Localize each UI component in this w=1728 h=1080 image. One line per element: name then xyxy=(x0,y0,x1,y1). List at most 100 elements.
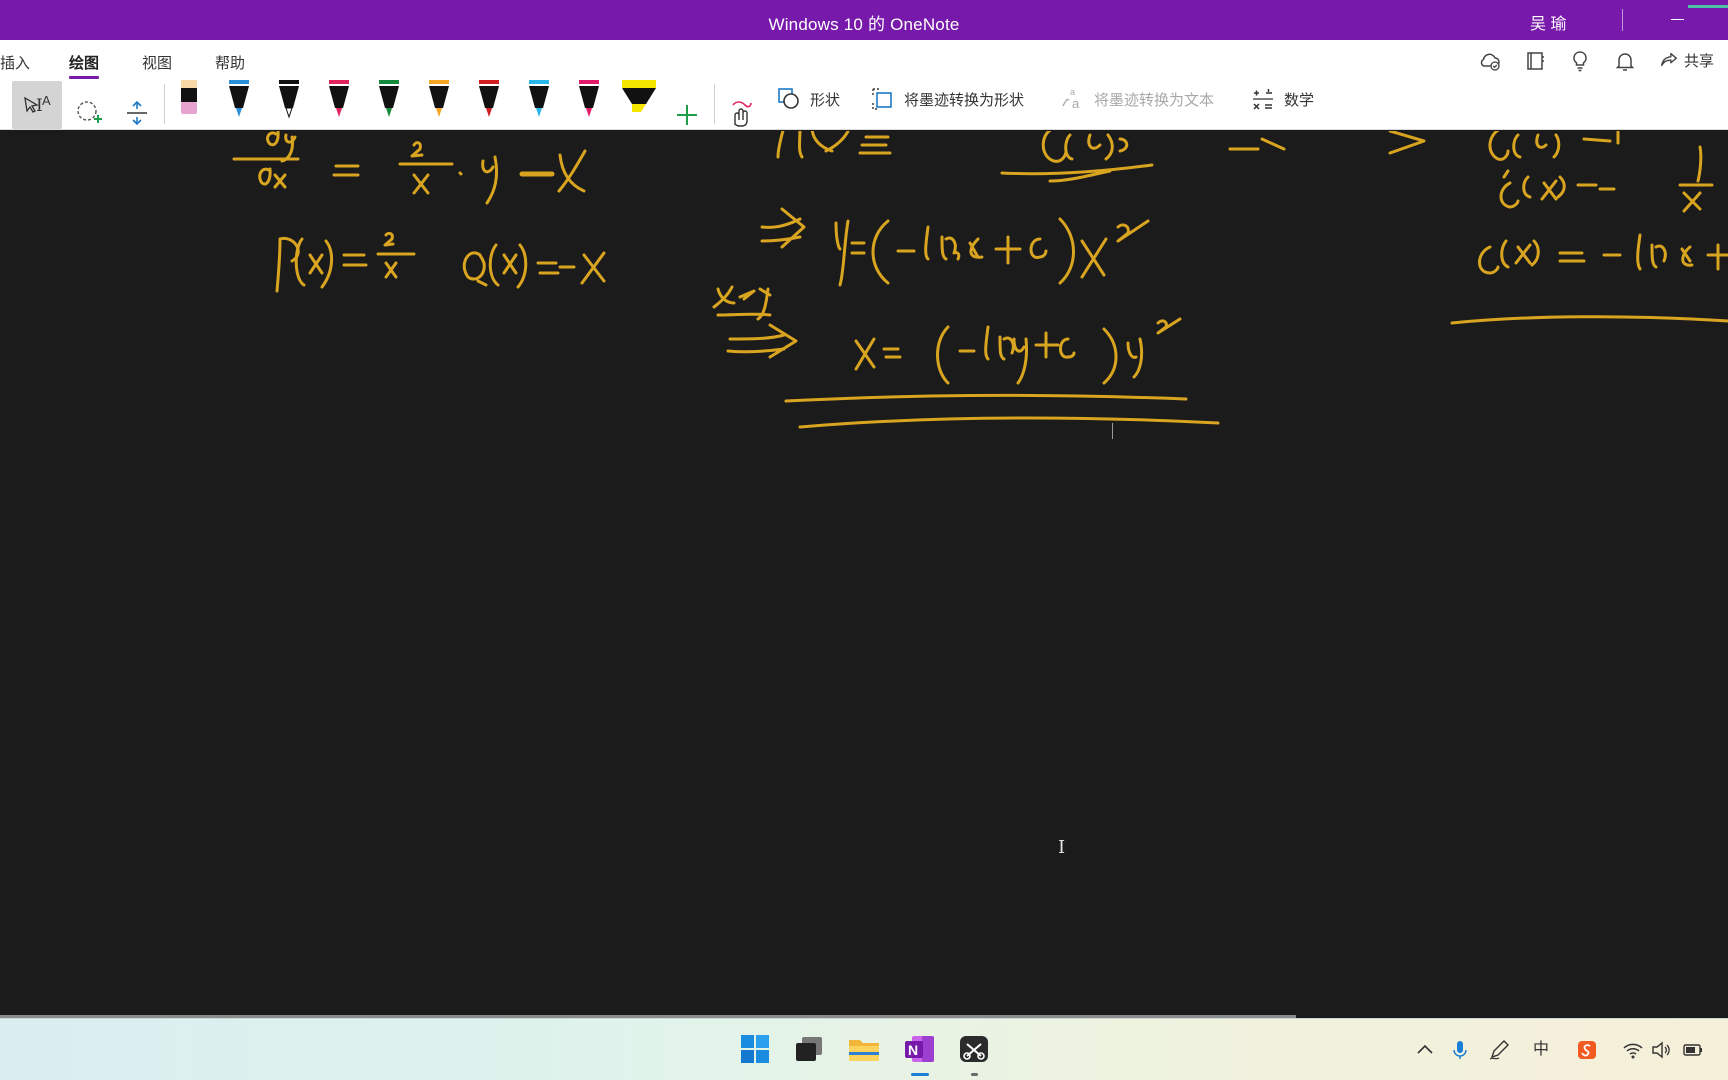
highlighter-yellow-pen[interactable] xyxy=(620,78,658,122)
tab-insert-label: 插入 xyxy=(0,55,31,72)
highlighter-yellow-cap xyxy=(622,80,656,88)
pen-green-tip xyxy=(386,108,392,117)
ink-implies-2 xyxy=(726,323,798,359)
text-select-icon: I A xyxy=(24,93,51,116)
pen-green[interactable] xyxy=(374,78,404,122)
ink-c-1 xyxy=(1029,237,1048,259)
shapes-button[interactable]: 形状 xyxy=(776,84,840,114)
ink-to-shape-icon xyxy=(872,88,892,110)
chevron-up-icon[interactable] xyxy=(1414,1039,1436,1061)
ink-to-shape-button[interactable]: 将墨迹转换为形状 xyxy=(870,84,1024,114)
ink-plus-1 xyxy=(994,235,1022,265)
tab-help[interactable]: 帮助 xyxy=(215,52,245,73)
ink-paren-x-2 xyxy=(488,243,528,289)
ink-x-6 xyxy=(1682,191,1702,213)
ink-strokes[interactable] xyxy=(0,131,1728,1018)
ink-underline-2 xyxy=(798,416,1220,429)
toolbar-separator-2 xyxy=(714,84,715,124)
battery-icon[interactable] xyxy=(1682,1039,1704,1061)
page-canvas[interactable]: I xyxy=(0,131,1728,1018)
ink-paren-open-2 xyxy=(936,325,950,385)
pen-black[interactable] xyxy=(274,78,304,122)
ink-neg-lnx-2 xyxy=(1558,233,1728,271)
ink-equations[interactable] xyxy=(232,131,1728,429)
ink-underline-3 xyxy=(1450,315,1728,325)
ink-to-text-icon: a a xyxy=(1062,87,1080,111)
ink-chinese-top xyxy=(776,131,892,159)
share-button[interactable]: 共享 xyxy=(1658,48,1714,72)
ink-numerator-2 xyxy=(410,141,424,158)
ink-implies-1 xyxy=(760,207,806,249)
minimize-button[interactable] xyxy=(1671,19,1684,20)
highlighter-pink-pen[interactable] xyxy=(174,78,204,122)
ink-paren-close-1 xyxy=(1058,217,1075,285)
lasso-select-icon[interactable] xyxy=(74,89,104,137)
onenote-window: Windows 10 的 OneNote 吴 瑜 插入 绘图 视图 帮助 共享 … xyxy=(0,0,1728,1080)
onenote-icon[interactable]: N xyxy=(902,1032,936,1066)
highlighter-yellow-tip xyxy=(632,104,646,112)
pen-orange-tip xyxy=(436,108,442,117)
ink-to-text-button[interactable]: a a 将墨迹转换为文本 xyxy=(1060,84,1214,114)
user-name[interactable]: 吴 瑜 xyxy=(1530,10,1566,34)
ink-equals-top xyxy=(1228,137,1286,151)
ink-paren-open-1 xyxy=(871,219,890,285)
ime-indicator[interactable]: 中 xyxy=(1530,1039,1552,1061)
share-icon xyxy=(1660,52,1678,67)
pen-blue[interactable] xyxy=(224,78,254,122)
notebook-icon[interactable] xyxy=(1523,49,1547,73)
ink-Q xyxy=(462,251,488,287)
ink-y-2 xyxy=(834,219,850,287)
task-view-icon[interactable] xyxy=(792,1032,826,1066)
ink-equals-minus xyxy=(536,261,576,275)
lightbulb-icon[interactable] xyxy=(1568,49,1592,73)
active-tab-underline xyxy=(69,76,100,79)
ink-plus-2 xyxy=(1034,331,1060,359)
microphone-icon[interactable] xyxy=(1449,1039,1471,1061)
title-separator xyxy=(1622,9,1623,31)
ink-neg-lny xyxy=(958,325,1028,385)
ink-x-3 xyxy=(580,251,606,285)
pen-workspace-icon[interactable] xyxy=(1488,1039,1510,1061)
snipping-tool-icon[interactable] xyxy=(957,1032,991,1066)
pen-orange[interactable] xyxy=(424,78,454,122)
tab-help-label: 帮助 xyxy=(215,55,246,72)
ink-y-3 xyxy=(1126,337,1144,379)
tab-draw[interactable]: 绘图 xyxy=(69,52,100,79)
pen-red-cap xyxy=(329,80,349,84)
onenote-active-indicator xyxy=(911,1073,929,1076)
ink-underline-top xyxy=(1000,163,1154,183)
pen-cyan-cap xyxy=(529,80,549,84)
snipping-tool-indicator xyxy=(971,1073,978,1076)
tab-draw-label: 绘图 xyxy=(69,55,100,72)
pen-magenta[interactable] xyxy=(574,78,604,122)
add-space-icon[interactable] xyxy=(122,89,152,137)
shapes-icon xyxy=(778,88,799,109)
math-button[interactable]: 数学 xyxy=(1250,84,1314,114)
sync-status-icon[interactable] xyxy=(1478,49,1502,73)
pen-cyan[interactable] xyxy=(524,78,554,122)
ink-c-2 xyxy=(1059,337,1076,359)
pen-magenta-cap xyxy=(579,80,599,84)
volume-icon[interactable] xyxy=(1650,1039,1672,1061)
tab-view-label: 视图 xyxy=(142,55,173,72)
pen-darkred-cap xyxy=(479,80,499,84)
start-icon[interactable] xyxy=(738,1032,772,1066)
ink-equals-1 xyxy=(332,164,360,177)
highlighter-pink-tip xyxy=(181,102,197,114)
svg-text:A: A xyxy=(42,93,51,108)
lasso-select-text-tool[interactable]: I A xyxy=(12,81,62,129)
tab-insert[interactable]: 插入 xyxy=(0,52,30,73)
pen-magenta-tip xyxy=(586,108,592,117)
wifi-icon[interactable] xyxy=(1622,1039,1644,1061)
ink-y xyxy=(481,155,499,205)
ink-equals-4 xyxy=(882,347,902,359)
pen-cyan-tip xyxy=(536,108,542,117)
pen-green-cap xyxy=(379,80,399,84)
pen-red[interactable] xyxy=(324,78,354,122)
bell-icon[interactable] xyxy=(1613,49,1637,73)
pen-darkred[interactable] xyxy=(474,78,504,122)
ink-to-shape-label: 将墨迹转换为形状 xyxy=(904,91,1025,109)
tab-view[interactable]: 视图 xyxy=(142,52,172,73)
sogou-ime-icon[interactable] xyxy=(1576,1039,1598,1061)
file-explorer-icon[interactable] xyxy=(847,1032,881,1066)
